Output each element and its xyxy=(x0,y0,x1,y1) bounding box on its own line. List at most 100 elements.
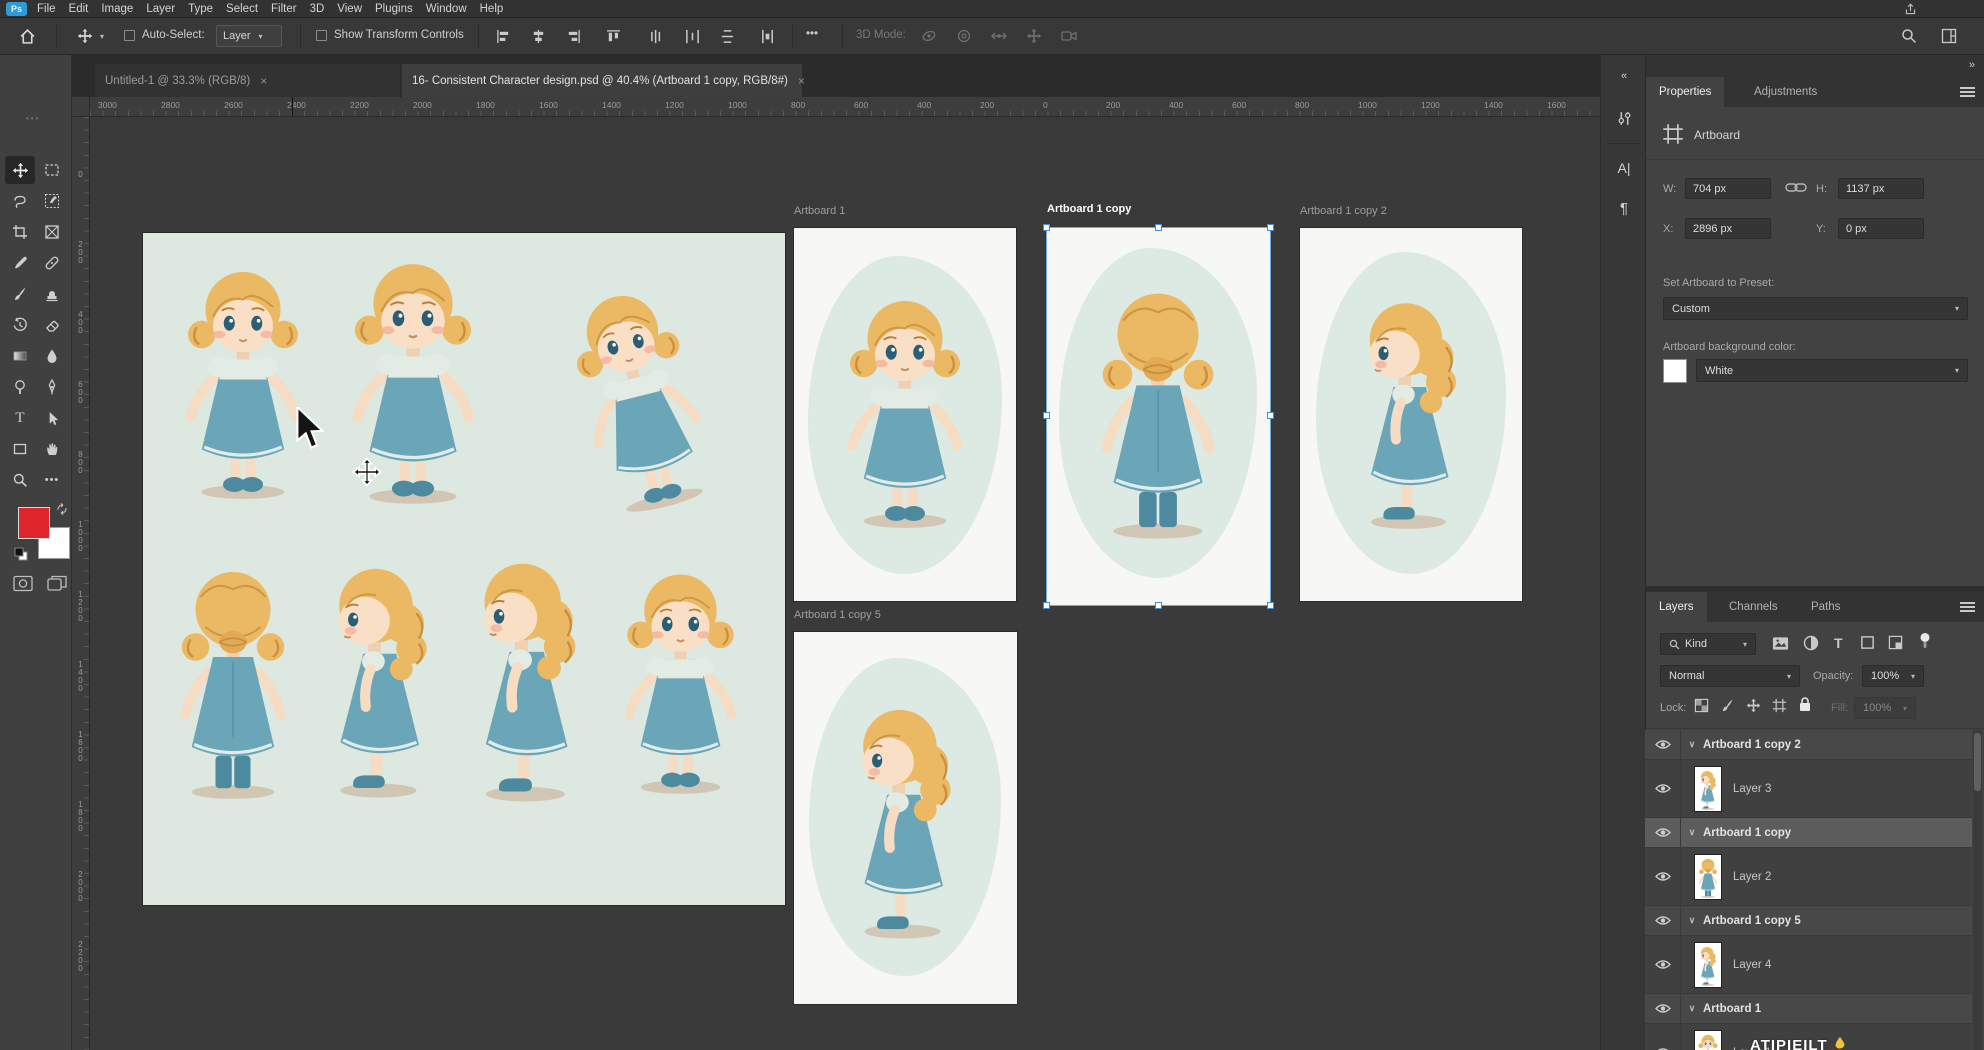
artboard-label-selected[interactable]: Artboard 1 copy xyxy=(1047,203,1131,215)
character-panel-icon[interactable]: A| xyxy=(1609,153,1639,183)
blur-tool[interactable] xyxy=(37,342,67,370)
chevron-down-icon[interactable]: ∨ xyxy=(1681,739,1703,750)
menu-view[interactable]: View xyxy=(337,3,362,15)
visibility-toggle[interactable] xyxy=(1645,848,1681,905)
artboard-bg-swatch[interactable] xyxy=(1663,359,1687,383)
menu-image[interactable]: Image xyxy=(101,3,133,15)
filter-shape-layers-icon[interactable] xyxy=(1860,635,1875,650)
collapse-panels-icon[interactable]: « xyxy=(1609,61,1639,91)
menu-window[interactable]: Window xyxy=(426,3,467,15)
move-tool[interactable] xyxy=(5,156,35,184)
menu-type[interactable]: Type xyxy=(188,3,213,15)
align-left-icon[interactable] xyxy=(494,27,512,45)
layer-row[interactable]: Layer 2 xyxy=(1645,848,1972,906)
auto-select-mode-dropdown[interactable]: Layer▾ xyxy=(216,25,282,47)
artboard-label[interactable]: Artboard 1 copy 2 xyxy=(1300,205,1387,217)
tab-channels[interactable]: Channels xyxy=(1716,592,1791,622)
artboard-label[interactable]: Artboard 1 copy 5 xyxy=(794,609,881,621)
brush-tool[interactable] xyxy=(5,280,35,308)
lock-transparency-icon[interactable] xyxy=(1694,698,1709,713)
distribute-h-icon[interactable] xyxy=(683,27,701,45)
layer-thumbnail[interactable] xyxy=(1695,855,1721,899)
more-tools-button[interactable]: ••• xyxy=(37,466,67,494)
show-transform-checkbox[interactable] xyxy=(316,30,327,41)
gradient-tool[interactable] xyxy=(5,342,35,370)
type-tool[interactable]: T xyxy=(5,404,35,432)
height-field[interactable]: 1137 px xyxy=(1838,178,1924,199)
clone-stamp-tool[interactable] xyxy=(37,280,67,308)
artboard-1[interactable] xyxy=(794,228,1016,601)
layer-group-row-selected[interactable]: ∨ Artboard 1 copy xyxy=(1645,818,1972,848)
tab-paths[interactable]: Paths xyxy=(1798,592,1853,622)
document-tab-untitled[interactable]: Untitled-1 @ 33.3% (RGB/8) × xyxy=(95,64,400,97)
frame-tool[interactable] xyxy=(37,218,67,246)
align-right-icon[interactable] xyxy=(564,27,582,45)
blend-mode-dropdown[interactable]: Normal▾ xyxy=(1660,665,1800,687)
align-middle-v-icon[interactable] xyxy=(648,27,666,45)
pen-tool[interactable] xyxy=(37,373,67,401)
document-tab-character-design[interactable]: 16- Consistent Character design.psd @ 40… xyxy=(402,64,802,97)
menu-plugins[interactable]: Plugins xyxy=(375,3,413,15)
menu-edit[interactable]: Edit xyxy=(69,3,89,15)
y-field[interactable]: 0 px xyxy=(1838,218,1924,239)
layer-group-row[interactable]: ∨ Artboard 1 copy 5 xyxy=(1645,906,1972,936)
lock-artboard-icon[interactable] xyxy=(1772,698,1787,713)
menu-layer[interactable]: Layer xyxy=(146,3,175,15)
dodge-tool[interactable] xyxy=(5,373,35,401)
align-top-icon[interactable] xyxy=(604,27,622,45)
artboard-1-copy-5[interactable] xyxy=(794,632,1017,1004)
reference-sheet-image[interactable] xyxy=(143,233,785,905)
visibility-toggle[interactable] xyxy=(1645,936,1681,993)
layer-group-row[interactable]: ∨ Artboard 1 xyxy=(1645,994,1972,1024)
preset-dropdown[interactable]: Custom▾ xyxy=(1663,297,1968,320)
layer-thumbnail[interactable] xyxy=(1695,943,1721,987)
chevron-down-icon[interactable]: ∨ xyxy=(1681,915,1703,926)
layers-scrollbar-thumb[interactable] xyxy=(1974,733,1981,791)
layer-name[interactable]: Layer 3 xyxy=(1733,783,1771,795)
layers-panel-menu-icon[interactable] xyxy=(1960,602,1975,612)
transform-handle[interactable] xyxy=(1267,224,1274,231)
layer-filter-kind-dropdown[interactable]: Kind ▾ xyxy=(1660,633,1756,655)
default-colors-icon[interactable] xyxy=(14,547,28,561)
zoom-tool[interactable] xyxy=(5,466,35,494)
crop-tool[interactable] xyxy=(5,218,35,246)
filter-pixel-layers-icon[interactable] xyxy=(1772,636,1789,651)
layer-thumbnail[interactable] xyxy=(1695,767,1721,811)
transform-handle[interactable] xyxy=(1155,602,1162,609)
home-icon[interactable] xyxy=(18,27,36,45)
photoshop-logo[interactable]: Ps xyxy=(6,2,27,16)
transform-handle[interactable] xyxy=(1043,412,1050,419)
libraries-panel-icon[interactable] xyxy=(1609,103,1639,133)
filter-adjustment-layers-icon[interactable] xyxy=(1803,635,1819,651)
transform-handle[interactable] xyxy=(1043,602,1050,609)
filter-type-layers-icon[interactable]: T xyxy=(1834,635,1843,651)
path-selection-tool[interactable] xyxy=(37,404,67,432)
ruler-corner[interactable] xyxy=(72,97,90,117)
artboard-1-copy[interactable] xyxy=(1047,228,1270,605)
toolbar-grip[interactable]: ••• xyxy=(26,114,40,123)
transform-handle[interactable] xyxy=(1267,412,1274,419)
lock-pixels-icon[interactable] xyxy=(1720,698,1735,713)
x-field[interactable]: 2896 px xyxy=(1685,218,1771,239)
transform-handle[interactable] xyxy=(1155,224,1162,231)
history-brush-tool[interactable] xyxy=(5,311,35,339)
visibility-toggle[interactable] xyxy=(1645,818,1681,847)
search-icon[interactable] xyxy=(1900,27,1918,45)
visibility-toggle[interactable] xyxy=(1645,760,1681,817)
paragraph-panel-icon[interactable]: ¶ xyxy=(1609,193,1639,223)
chevron-down-icon[interactable]: ∨ xyxy=(1681,1003,1703,1014)
close-tab-icon[interactable]: × xyxy=(260,74,267,88)
auto-select-checkbox[interactable] xyxy=(124,30,135,41)
visibility-toggle[interactable] xyxy=(1645,1024,1681,1050)
align-more-button[interactable]: ••• xyxy=(806,28,818,40)
align-center-h-icon[interactable] xyxy=(529,27,547,45)
object-selection-tool[interactable] xyxy=(37,187,67,215)
layer-thumbnail[interactable] xyxy=(1695,1031,1721,1050)
chevron-down-icon[interactable]: ∨ xyxy=(1681,827,1703,838)
lasso-tool[interactable] xyxy=(5,187,35,215)
swap-colors-icon[interactable] xyxy=(56,503,68,515)
horizontal-ruler[interactable]: 3000 2800 2600 2400 2200 2000 1800 1600 … xyxy=(90,97,1600,117)
link-dimensions-icon[interactable] xyxy=(1785,180,1807,195)
menu-file[interactable]: File xyxy=(37,3,56,15)
lock-position-icon[interactable] xyxy=(1746,698,1761,713)
